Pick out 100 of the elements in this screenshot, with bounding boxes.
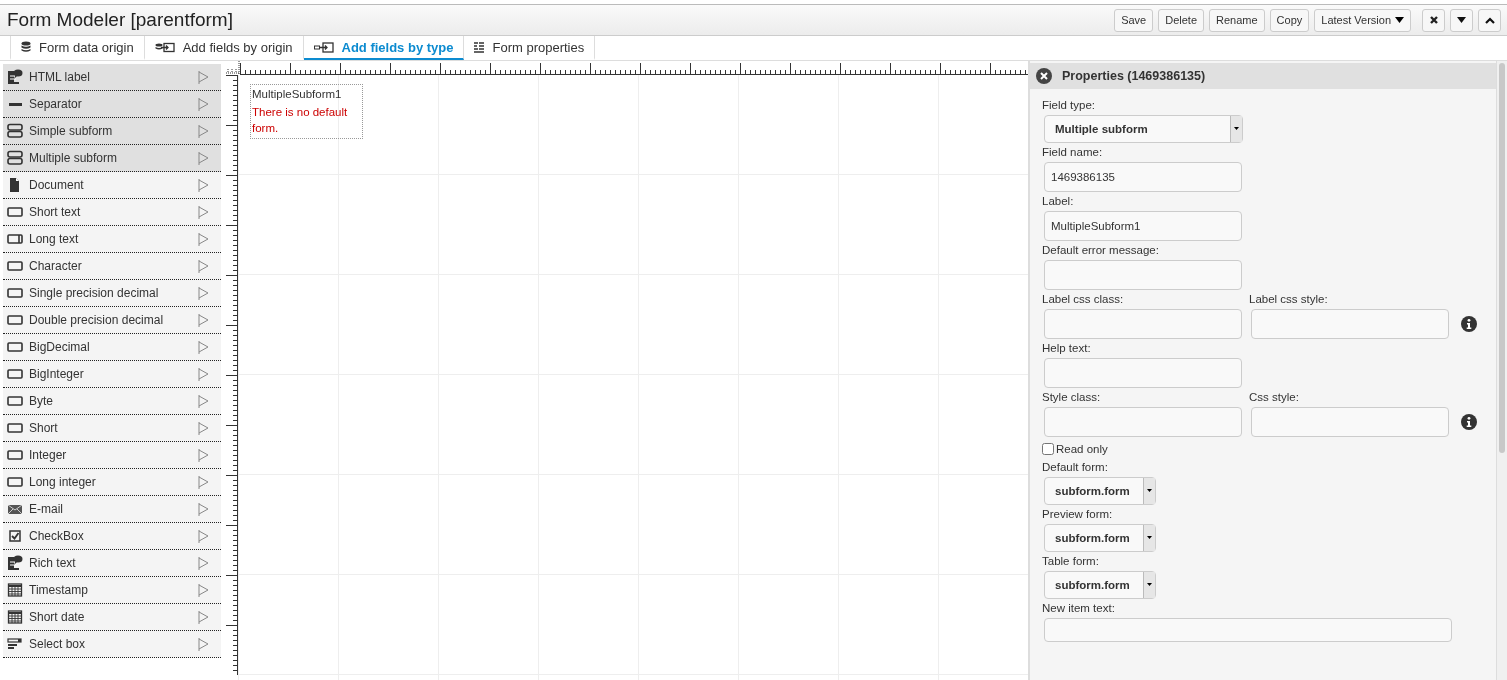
toolbar-button[interactable]: Save: [1114, 8, 1154, 32]
palette-item[interactable]: Separator: [3, 91, 221, 118]
text-field-icon: [7, 231, 23, 247]
palette-item[interactable]: Short date: [3, 604, 221, 631]
field-arrow-icon: [313, 41, 334, 53]
palette-item[interactable]: Integer: [3, 442, 221, 469]
tab[interactable]: Add fields by type: [303, 36, 465, 60]
palette-item[interactable]: Timestamp: [3, 577, 221, 604]
flag-icon: [198, 448, 209, 462]
text-area[interactable]: [1044, 618, 1452, 642]
flag-icon: [198, 97, 209, 111]
field-label: New item text:: [1042, 602, 1116, 614]
dropdown[interactable]: subform.form: [1044, 477, 1156, 505]
field-label: Help text:: [1042, 342, 1092, 354]
field-label: Field name:: [1042, 146, 1104, 158]
scrollbar-thumb[interactable]: [1499, 63, 1505, 453]
field-label: Table form:: [1042, 555, 1100, 567]
text-field-icon: [7, 393, 23, 409]
calendar-icon: [7, 609, 23, 625]
palette-item[interactable]: BigDecimal: [3, 334, 221, 361]
field-label: Default form:: [1042, 461, 1109, 473]
palette-item[interactable]: Document: [3, 172, 221, 199]
text-field-icon: [7, 339, 23, 355]
flag-icon: [198, 610, 209, 624]
toolbar-button[interactable]: Copy: [1269, 8, 1310, 32]
version-dropdown[interactable]: Latest Version: [1314, 8, 1411, 32]
scrollbar[interactable]: [1496, 61, 1507, 680]
info-icon: [1461, 414, 1477, 430]
field-label: Label css class:: [1042, 293, 1125, 305]
tab[interactable]: Form data origin: [10, 36, 145, 60]
text-field[interactable]: [1251, 309, 1449, 339]
dropdown[interactable]: subform.form: [1044, 524, 1156, 552]
flag-icon: [198, 502, 209, 516]
palette-item[interactable]: BigInteger: [3, 361, 221, 388]
palette-item[interactable]: Character: [3, 253, 221, 280]
palette-item[interactable]: Single precision decimal: [3, 280, 221, 307]
text-field[interactable]: [1044, 260, 1242, 290]
flag-icon: [198, 475, 209, 489]
flag-icon: [198, 583, 209, 597]
dropdown[interactable]: Multiple subform: [1044, 115, 1243, 143]
text-field[interactable]: 1469386135: [1044, 162, 1242, 192]
palette-item[interactable]: HTML label: [3, 64, 221, 91]
palette-item[interactable]: Long text: [3, 226, 221, 253]
stacked-rectangles-icon: [7, 150, 23, 166]
toolbar-button[interactable]: Rename: [1209, 8, 1265, 32]
checkbox-icon: [7, 528, 23, 544]
palette-item[interactable]: Double precision decimal: [3, 307, 221, 334]
info-icon: [1461, 316, 1477, 332]
checkbox-label: Read only: [1056, 443, 1108, 455]
tab[interactable]: Add fields by origin: [144, 36, 304, 60]
text-field-icon: [7, 204, 23, 220]
collapse-button[interactable]: [1450, 8, 1473, 32]
checkbox[interactable]: [1042, 443, 1054, 455]
speech-document-icon: [7, 69, 23, 85]
field-label: Default error message:: [1042, 244, 1160, 256]
ruler-corner: [224, 61, 240, 75]
text-field[interactable]: [1044, 309, 1242, 339]
text-field[interactable]: [1044, 407, 1242, 437]
calendar-icon: [7, 582, 23, 598]
field-label: Preview form:: [1042, 508, 1114, 520]
expand-button[interactable]: [1478, 8, 1501, 32]
palette-item[interactable]: Short: [3, 415, 221, 442]
caret-icon: [1143, 572, 1155, 598]
palette-item[interactable]: Simple subform: [3, 118, 221, 145]
text-field-icon: [7, 285, 23, 301]
palette-item[interactable]: Select box: [3, 631, 221, 658]
flag-icon: [198, 178, 209, 192]
palette-item[interactable]: Short text: [3, 199, 221, 226]
close-button[interactable]: [1422, 8, 1445, 32]
form-field-placeholder[interactable]: MultipleSubform1 There is no default form.: [250, 84, 363, 139]
stacked-rectangles-icon: [7, 123, 23, 139]
panel-title: Properties (1469386135): [1062, 69, 1206, 83]
dropdown[interactable]: subform.form: [1044, 571, 1156, 599]
palette-item[interactable]: Long integer: [3, 469, 221, 496]
palette-item[interactable]: CheckBox: [3, 523, 221, 550]
text-field[interactable]: [1044, 358, 1242, 388]
caret-down-icon: [1457, 17, 1466, 23]
flag-icon: [198, 70, 209, 84]
flag-icon: [198, 421, 209, 435]
palette-item[interactable]: Multiple subform: [3, 145, 221, 172]
flag-icon: [198, 556, 209, 570]
flag-icon: [198, 286, 209, 300]
text-field[interactable]: MultipleSubform1: [1044, 211, 1242, 241]
field-label: Style class:: [1042, 391, 1102, 403]
tab[interactable]: Form properties: [464, 36, 596, 60]
text-field[interactable]: [1251, 407, 1449, 437]
palette-item[interactable]: Rich text: [3, 550, 221, 577]
toolbar-button[interactable]: Delete: [1158, 8, 1204, 32]
horizontal-bar-icon: [8, 102, 22, 106]
palette-item[interactable]: E-mail: [3, 496, 221, 523]
speech-document-icon: [7, 555, 23, 571]
close-icon[interactable]: [1036, 68, 1052, 84]
field-label: MultipleSubform1: [252, 88, 343, 100]
flag-icon: [198, 637, 209, 651]
flag-icon: [198, 394, 209, 408]
flag-icon: [198, 340, 209, 354]
field-label: Label css style:: [1249, 293, 1329, 305]
text-field-icon: [7, 474, 23, 490]
palette-item[interactable]: Byte: [3, 388, 221, 415]
dropdown-list-icon: [7, 636, 23, 652]
